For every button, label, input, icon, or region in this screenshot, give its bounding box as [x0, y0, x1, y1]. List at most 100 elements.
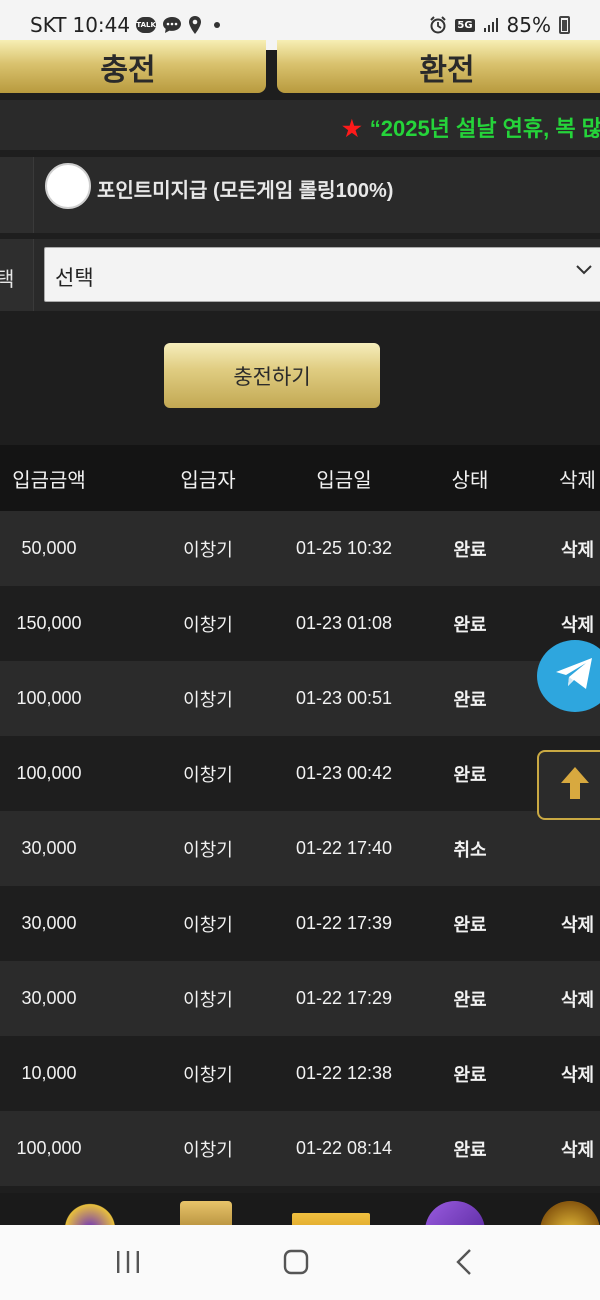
- delete-button[interactable]: 삭제: [530, 911, 600, 937]
- status-cell: 완료: [453, 614, 487, 635]
- status-cell: 완료: [453, 1139, 487, 1160]
- table-row: 30,000 이창기 01-22 17:29 완료 삭제: [0, 961, 600, 1036]
- chevron-down-icon: [575, 260, 593, 284]
- delete-button[interactable]: 삭제: [530, 611, 600, 637]
- status-cell: 완료: [453, 764, 487, 785]
- depositor-cell: 이창기: [183, 839, 233, 860]
- table-header: 입금금액 입금자 입금일 상태 삭제: [0, 445, 600, 511]
- recent-apps-icon: [114, 1249, 142, 1279]
- depositor-cell: 이창기: [183, 689, 233, 710]
- notice-text: “2025년 설날 연휴, 복 많: [369, 116, 600, 141]
- delete-button[interactable]: 삭제: [530, 536, 600, 562]
- depositor-cell: 이창기: [183, 1064, 233, 1085]
- header-depositor: 입금자: [180, 469, 236, 492]
- battery-icon: [559, 16, 570, 34]
- amount-cell: 100,000: [16, 1138, 82, 1158]
- chat-icon: [162, 16, 182, 34]
- game-menu-strip: [0, 1193, 600, 1225]
- bonus-option-row: 포인트미지급 (모든게임 롤링100%): [0, 157, 600, 233]
- amount-cell: 150,000: [16, 613, 82, 633]
- top-tab-strip: 충전 환전: [0, 40, 600, 100]
- system-nav-bar: [0, 1225, 600, 1300]
- home-icon: [282, 1248, 310, 1280]
- depositor-cell: 이창기: [183, 914, 233, 935]
- date-cell: 01-22 08:14: [295, 1138, 393, 1158]
- battery-percent: 85%: [506, 13, 551, 37]
- amount-cell: 100,000: [16, 763, 82, 783]
- no-point-radio[interactable]: [45, 163, 91, 209]
- date-cell: 01-22 17:40: [295, 838, 393, 858]
- roulette-icon[interactable]: [540, 1201, 600, 1225]
- depositor-cell: 이창기: [183, 1139, 233, 1160]
- delete-button[interactable]: 삭제: [530, 986, 600, 1012]
- date-cell: 01-22 17:29: [295, 988, 393, 1008]
- bonus-select-value: 선택: [55, 267, 94, 290]
- amount-cell: 100,000: [16, 688, 82, 708]
- table-row: 100,000 이창기 01-22 08:14 완료 삭제: [0, 1111, 600, 1186]
- slot-machine-icon[interactable]: [292, 1213, 370, 1225]
- table-row: 50,000 이창기 01-25 10:32 완료 삭제: [0, 511, 600, 586]
- depositor-cell: 이창기: [183, 989, 233, 1010]
- no-point-radio-label: 포인트미지급 (모든게임 롤링100%): [97, 180, 394, 202]
- header-amount: 입금금액: [12, 469, 86, 492]
- select-row-label: 택: [0, 267, 15, 291]
- table-row: 100,000 이창기 01-23 00:51 완료: [0, 661, 600, 736]
- date-cell: 01-23 00:51: [295, 688, 393, 708]
- row-label-cell: [0, 157, 34, 233]
- back-button[interactable]: [445, 1247, 485, 1281]
- bonus-select[interactable]: 선택: [44, 247, 600, 302]
- talk-icon: TALK: [136, 17, 157, 33]
- amount-cell: 30,000: [21, 913, 77, 933]
- date-cell: 01-22 17:39: [295, 913, 393, 933]
- carrier-label: SKT: [30, 13, 67, 37]
- table-row: 30,000 이창기 01-22 17:40 취소: [0, 811, 600, 886]
- arrow-up-icon: [555, 763, 595, 807]
- header-date: 입금일: [316, 469, 372, 492]
- notice-text-wrap: ★ “2025년 설날 연휴, 복 많: [342, 111, 600, 143]
- recent-apps-button[interactable]: [108, 1247, 148, 1281]
- notice-marquee[interactable]: ★ “2025년 설날 연휴, 복 많: [0, 100, 600, 150]
- date-cell: 01-25 10:32: [295, 538, 393, 558]
- home-button[interactable]: [276, 1247, 316, 1281]
- status-cell: 완료: [453, 1064, 487, 1085]
- network-type-icon: 5G: [455, 18, 475, 32]
- table-row: 100,000 이창기 01-23 00:42 완료: [0, 736, 600, 811]
- depositor-cell: 이창기: [183, 764, 233, 785]
- depositor-cell: 이창기: [183, 614, 233, 635]
- amount-cell: 50,000: [21, 538, 77, 558]
- status-cell: 취소: [453, 839, 487, 860]
- date-cell: 01-23 01:08: [295, 613, 393, 633]
- location-icon: [188, 16, 202, 34]
- exchange-tab-button[interactable]: 환전: [277, 40, 600, 93]
- delete-button[interactable]: 삭제: [530, 1061, 600, 1087]
- status-cell: 완료: [453, 989, 487, 1010]
- amount-cell: 10,000: [21, 1063, 77, 1083]
- status-cell: 완료: [453, 539, 487, 560]
- deposit-history-table: 입금금액 입금자 입금일 상태 삭제 50,000 이창기 01-25 10:3…: [0, 445, 600, 1186]
- alarm-icon: [429, 16, 447, 34]
- notification-dot-icon: [214, 22, 221, 28]
- status-cell: 완료: [453, 914, 487, 935]
- header-delete: 삭제: [559, 469, 596, 492]
- status-cell: 완료: [453, 689, 487, 710]
- casino-chip-icon[interactable]: [60, 1201, 120, 1225]
- back-icon: [453, 1248, 477, 1280]
- table-row: 10,000 이창기 01-22 12:38 완료 삭제: [0, 1036, 600, 1111]
- table-row: 150,000 이창기 01-23 01:08 완료 삭제: [0, 586, 600, 661]
- star-icon: ★: [342, 116, 362, 141]
- table-row: 30,000 이창기 01-22 17:39 완료 삭제: [0, 886, 600, 961]
- date-cell: 01-23 00:42: [295, 763, 393, 783]
- delete-button[interactable]: 삭제: [530, 1136, 600, 1162]
- clock: 10:44: [72, 13, 131, 37]
- select-row: 택 선택: [0, 239, 600, 311]
- date-cell: 01-22 12:38: [295, 1063, 393, 1083]
- amount-cell: 30,000: [21, 988, 77, 1008]
- charge-tab-button[interactable]: 충전: [0, 40, 266, 93]
- cards-icon[interactable]: [180, 1201, 232, 1225]
- telegram-icon: [554, 656, 596, 696]
- signal-icon: [483, 17, 499, 33]
- charge-submit-button[interactable]: 충전하기: [164, 343, 380, 408]
- scroll-top-button[interactable]: [537, 750, 600, 820]
- depositor-cell: 이창기: [183, 539, 233, 560]
- minigame-icon[interactable]: [425, 1201, 485, 1225]
